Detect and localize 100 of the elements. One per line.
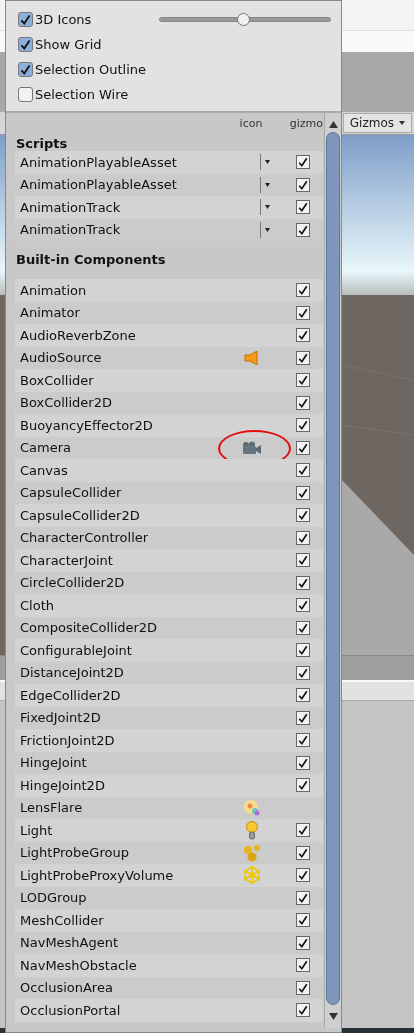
- gizmo-checkbox[interactable]: [296, 935, 310, 950]
- component-name: Animation: [19, 281, 88, 300]
- gizmo-checkbox[interactable]: [296, 508, 310, 523]
- gizmo-checkbox[interactable]: [296, 575, 310, 590]
- component-name: AnimationPlayableAsset: [19, 153, 178, 172]
- light-bulb-icon: [246, 820, 258, 840]
- gizmo-checkbox[interactable]: [296, 328, 310, 343]
- option-label: Selection Wire: [35, 85, 129, 104]
- component-name: AnimationPlayableAsset: [19, 176, 178, 194]
- gizmo-checkbox[interactable]: [296, 845, 310, 860]
- gizmo-checkbox[interactable]: [296, 598, 310, 613]
- gizmo-checkbox[interactable]: [296, 350, 310, 365]
- component-name: AudioSource: [19, 349, 103, 367]
- gizmo-checkbox[interactable]: [296, 958, 310, 973]
- gizmo-checkbox[interactable]: [296, 418, 310, 433]
- gizmo-checkbox[interactable]: [296, 177, 310, 192]
- column-header: icon: [238, 115, 264, 132]
- component-name: CapsuleCollider2D: [19, 506, 141, 525]
- gizmo-checkbox[interactable]: [296, 1003, 310, 1018]
- gizmo-checkbox[interactable]: [296, 200, 310, 215]
- lens-flare-icon: [243, 798, 261, 817]
- gizmo-checkbox[interactable]: [296, 913, 310, 928]
- dropdown-icon[interactable]: [260, 221, 270, 238]
- dropdown-icon[interactable]: [260, 154, 270, 171]
- component-name: NavMeshAgent: [19, 934, 120, 952]
- gizmo-checkbox[interactable]: [296, 643, 310, 658]
- section-title: Built-in Components: [15, 251, 167, 270]
- component-name: EdgeCollider2D: [19, 686, 122, 705]
- component-name: CapsuleCollider: [19, 484, 123, 502]
- network-icon: [243, 866, 261, 885]
- component-name: Camera: [19, 439, 73, 457]
- component-name: BoxCollider: [19, 371, 95, 390]
- gizmo-checkbox[interactable]: [296, 868, 310, 883]
- slider-thumb[interactable]: [237, 13, 251, 26]
- dropdown-icon[interactable]: [260, 199, 270, 216]
- option-label: 3D Icons: [35, 10, 92, 29]
- gizmo-checkbox[interactable]: [296, 553, 310, 568]
- component-name: OcclusionArea: [19, 979, 114, 997]
- option-label: Show Grid: [35, 35, 102, 54]
- gizmo-checkbox[interactable]: [296, 463, 310, 478]
- gizmo-checkbox[interactable]: [296, 440, 310, 455]
- checkbox[interactable]: [18, 87, 33, 102]
- component-name: DistanceJoint2D: [19, 664, 125, 682]
- gizmo-checkbox[interactable]: [296, 890, 310, 905]
- component-name: Animator: [19, 304, 81, 322]
- gizmo-checkbox[interactable]: [296, 373, 310, 388]
- gizmo-checkbox[interactable]: [296, 305, 310, 320]
- component-name: BuoyancyEffector2D: [19, 416, 154, 435]
- gizmo-checkbox[interactable]: [296, 395, 310, 410]
- component-name: Cloth: [19, 596, 55, 615]
- component-name: CharacterController: [19, 529, 150, 547]
- scroll-down-icon[interactable]: [328, 1013, 338, 1020]
- component-name: LODGroup: [19, 889, 88, 907]
- component-name: CharacterJoint: [19, 551, 114, 570]
- component-name: CompositeCollider2D: [19, 619, 159, 637]
- scrollbar-thumb[interactable]: [326, 132, 340, 1005]
- component-name: Light: [19, 821, 54, 840]
- gizmo-checkbox[interactable]: [296, 710, 310, 725]
- gizmo-checkbox[interactable]: [296, 155, 310, 170]
- component-name: OcclusionPortal: [19, 1001, 122, 1020]
- gizmo-checkbox[interactable]: [296, 980, 310, 995]
- gizmo-checkbox[interactable]: [296, 283, 310, 298]
- component-name: BoxCollider2D: [19, 394, 113, 412]
- option-label: Selection Outline: [35, 60, 147, 79]
- gizmo-checkbox[interactable]: [296, 733, 310, 748]
- component-name: LightProbeGroup: [19, 844, 130, 862]
- spheres-icon: [243, 843, 261, 862]
- component-name: LightProbeProxyVolume: [19, 866, 175, 885]
- component-name: ConfigurableJoint: [19, 641, 133, 660]
- gizmo-checkbox[interactable]: [296, 823, 310, 838]
- gizmo-checkbox[interactable]: [296, 755, 310, 770]
- component-name: FrictionJoint2D: [19, 731, 116, 750]
- column-header: gizmo: [288, 115, 323, 132]
- checkbox[interactable]: [18, 62, 33, 77]
- gizmo-checkbox[interactable]: [296, 530, 310, 545]
- component-name: HingeJoint: [19, 754, 88, 772]
- component-name: AnimationTrack: [19, 198, 122, 217]
- gizmo-checkbox[interactable]: [296, 620, 310, 635]
- component-name: AudioReverbZone: [19, 326, 137, 345]
- gizmo-checkbox[interactable]: [296, 222, 310, 237]
- gizmo-checkbox[interactable]: [296, 778, 310, 793]
- component-name: NavMeshObstacle: [19, 956, 138, 975]
- component-name: HingeJoint2D: [19, 776, 106, 795]
- gizmo-checkbox[interactable]: [296, 665, 310, 680]
- gizmo-checkbox[interactable]: [296, 485, 310, 500]
- component-name: MeshCollider: [19, 911, 105, 930]
- caret-icon: [399, 121, 405, 125]
- checkbox[interactable]: [18, 12, 33, 27]
- component-name: CircleCollider2D: [19, 574, 126, 592]
- camera-icon: [242, 441, 262, 455]
- component-name: FixedJoint2D: [19, 709, 102, 727]
- section-title: Scripts: [15, 135, 69, 153]
- gizmo-checkbox[interactable]: [296, 688, 310, 703]
- scroll-up-icon[interactable]: [328, 121, 338, 128]
- component-name: AnimationTrack: [19, 221, 122, 239]
- speaker-icon: [244, 350, 260, 365]
- gizmos-button[interactable]: Gizmos: [342, 113, 412, 133]
- checkbox[interactable]: [18, 37, 33, 52]
- component-name: Canvas: [19, 461, 69, 480]
- dropdown-icon[interactable]: [260, 176, 270, 193]
